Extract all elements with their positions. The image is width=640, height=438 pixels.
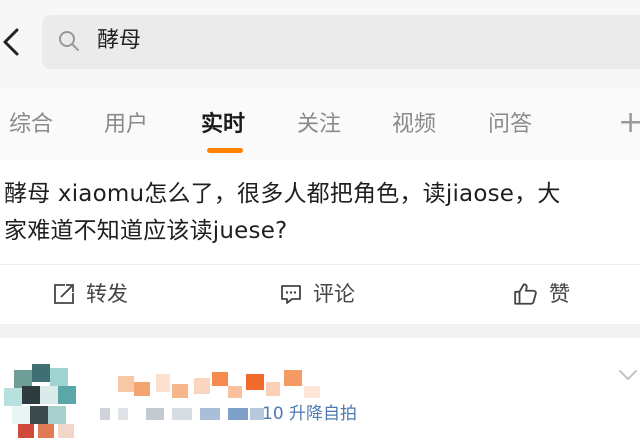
- tab-users[interactable]: 用户: [104, 110, 148, 140]
- comment-button[interactable]: 评论: [279, 277, 355, 311]
- search-tabs: 综合 用户 实时 关注 视频 问答 +: [0, 88, 640, 160]
- comment-label: 评论: [313, 282, 355, 306]
- add-tab-icon[interactable]: +: [618, 106, 640, 140]
- tab-following[interactable]: 关注: [297, 110, 341, 140]
- avatar[interactable]: [4, 364, 80, 438]
- post-text-line: 酵母 xiaomu怎么了，很多人都把角色，读jiaose，大: [4, 181, 561, 207]
- tab-realtime[interactable]: 实时: [201, 110, 245, 140]
- next-post-card: 10 升降自拍: [0, 338, 640, 438]
- tab-qa[interactable]: 问答: [488, 110, 532, 140]
- username-blurred[interactable]: [118, 368, 328, 404]
- active-tab-indicator: [207, 148, 243, 153]
- repost-icon: [54, 284, 74, 304]
- chevron-left-icon: [3, 28, 19, 56]
- section-divider: [0, 324, 640, 338]
- like-label: 赞: [549, 282, 570, 306]
- post-card: 酵母 xiaomu怎么了，很多人都把角色，读jiaose，大 家难道不知道应该读…: [0, 160, 640, 324]
- post-meta-blurred: [96, 404, 266, 424]
- like-button[interactable]: 赞: [513, 277, 570, 311]
- repost-button[interactable]: 转发: [52, 277, 128, 311]
- search-query: 酵母: [97, 28, 142, 53]
- search-header: 酵母: [0, 0, 640, 88]
- post-text[interactable]: 酵母 xiaomu怎么了，很多人都把角色，读jiaose，大 家难道不知道应该读…: [4, 176, 634, 250]
- search-icon: [59, 31, 79, 51]
- chevron-down-icon[interactable]: [618, 368, 638, 382]
- comment-icon: [281, 285, 301, 304]
- tab-video[interactable]: 视频: [392, 110, 436, 140]
- post-actions: 转发 评论 赞: [0, 264, 640, 324]
- thumbs-up-icon: [514, 283, 537, 305]
- post-text-line: 家难道不知道应该读juese?: [4, 218, 288, 244]
- repost-label: 转发: [86, 282, 128, 306]
- tab-comprehensive[interactable]: 综合: [9, 110, 53, 140]
- post-meta-source: 10 升降自拍: [262, 404, 358, 424]
- back-button[interactable]: [0, 24, 28, 60]
